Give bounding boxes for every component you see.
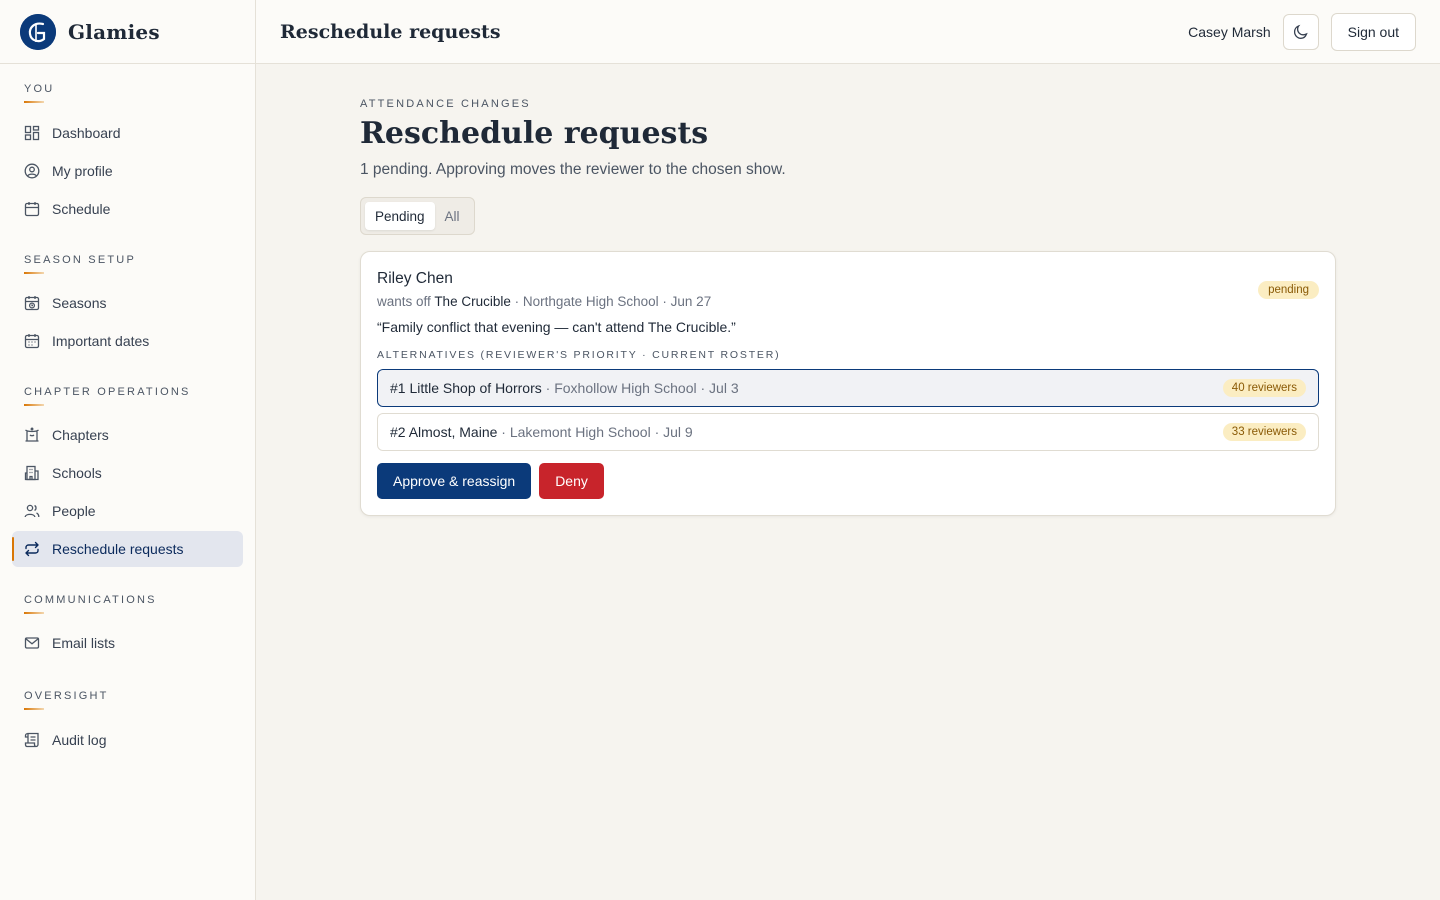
nav-section-chapter-operations: Chapter operations Chapters Schools Peop… [0, 385, 255, 567]
sidebar-item-label: Email lists [52, 635, 116, 651]
sign-out-button[interactable]: Sign out [1330, 12, 1416, 51]
sidebar-item-dashboard[interactable]: Dashboard [12, 115, 243, 151]
sidebar-item-reschedule-requests[interactable]: Reschedule requests [12, 531, 243, 567]
sidebar-item-label: Seasons [52, 295, 107, 311]
theme-toggle-button[interactable] [1282, 13, 1319, 50]
section-label: Oversight [24, 690, 109, 702]
theater-icon [24, 427, 40, 443]
sidebar-item-label: Schools [52, 465, 102, 481]
nav-section-communications: Communications Email lists [0, 593, 255, 661]
reschedule-request-card: Riley Chen wants off The Crucible · Nort… [360, 251, 1336, 516]
approve-reassign-button[interactable]: Approve & reassign [377, 463, 532, 499]
sidebar-item-label: Chapters [52, 427, 109, 443]
sidebar-item-label: People [52, 503, 96, 519]
nav-section-season-setup: Season setup Seasons Important dates [0, 253, 255, 359]
sidebar-item-people[interactable]: People [12, 493, 243, 529]
page-subtitle: 1 pending. Approving moves the reviewer … [360, 161, 786, 178]
section-label: You [24, 83, 55, 95]
page-title: Reschedule requests [360, 116, 709, 151]
request-reason: “Family conflict that evening — can't at… [377, 319, 736, 335]
sidebar-item-important-dates[interactable]: Important dates [12, 323, 243, 359]
nav-section-oversight: Oversight Audit log [0, 689, 255, 758]
header-actions: Casey Marsh Sign out [1188, 12, 1416, 51]
building-icon [24, 465, 40, 481]
alternative-details: · Lakemont High School · Jul 9 [497, 424, 693, 440]
sidebar-item-label: Dashboard [52, 125, 121, 141]
scroll-icon [24, 732, 40, 748]
sidebar: Glamies You Dashboard My profile Schedul… [0, 0, 256, 900]
main-content: Attendance changes Reschedule requests 1… [360, 64, 1336, 516]
sidebar-item-chapters[interactable]: Chapters [12, 417, 243, 453]
request-actions: Approve & reassign Deny [377, 463, 1319, 499]
page-eyebrow: Attendance changes [360, 98, 531, 110]
deny-button[interactable]: Deny [539, 463, 604, 499]
brand[interactable]: Glamies [0, 0, 255, 64]
glamies-logo-icon [20, 13, 56, 50]
moon-icon [1293, 24, 1309, 40]
alternative-show: #2 Almost, Maine [390, 424, 498, 440]
sidebar-item-seasons[interactable]: Seasons [12, 285, 243, 321]
calendar-clock-icon [24, 295, 40, 311]
header-title: Reschedule requests [280, 20, 501, 43]
reviewer-name: Riley Chen [377, 270, 453, 287]
user-circle-icon [24, 163, 40, 179]
roster-count-badge: 33 reviewers [1222, 423, 1306, 441]
sidebar-item-label: Important dates [52, 333, 150, 349]
dashboard-icon [24, 125, 40, 141]
user-name[interactable]: Casey Marsh [1188, 24, 1270, 40]
section-label: Chapter operations [24, 386, 191, 398]
alternative-show: #1 Little Shop of Horrors [390, 380, 542, 396]
section-label: Season setup [24, 254, 136, 266]
filter-pending-tab[interactable]: Pending [365, 202, 435, 230]
section-label: Communications [24, 594, 157, 606]
alternative-option[interactable]: #1 Little Shop of Horrors · Foxhollow Hi… [377, 369, 1319, 407]
status-filter: Pending All [360, 197, 475, 235]
sidebar-item-schedule[interactable]: Schedule [12, 191, 243, 227]
wants-off-label: wants off [377, 294, 431, 309]
alternative-details: · Foxhollow High School · Jul 3 [541, 380, 739, 396]
sidebar-item-label: Schedule [52, 201, 111, 217]
alternative-option[interactable]: #2 Almost, Maine · Lakemont High School … [377, 413, 1319, 451]
request-meta: wants off The Crucible · Northgate High … [377, 294, 1319, 309]
alternatives-label: Alternatives (reviewer's priority · curr… [377, 349, 781, 361]
calendar-grid-icon [24, 333, 40, 349]
top-header: Reschedule requests Casey Marsh Sign out [256, 0, 1440, 64]
sidebar-item-schools[interactable]: Schools [12, 455, 243, 491]
sidebar-item-label: Audit log [52, 732, 107, 748]
roster-count-badge: 40 reviewers [1222, 379, 1306, 397]
mail-icon [24, 635, 40, 651]
sidebar-item-label: My profile [52, 163, 113, 179]
nav-section-you: You Dashboard My profile Schedule [0, 82, 255, 227]
sidebar-item-email-lists[interactable]: Email lists [12, 625, 243, 661]
brand-name: Glamies [68, 19, 160, 44]
status-badge: pending [1258, 281, 1319, 299]
sidebar-item-audit-log[interactable]: Audit log [12, 722, 243, 758]
filter-all-tab[interactable]: All [435, 202, 470, 230]
current-show-details: · Northgate High School · Jun 27 [510, 294, 712, 309]
sidebar-item-my-profile[interactable]: My profile [12, 153, 243, 189]
calendar-icon [24, 201, 40, 217]
users-icon [24, 503, 40, 519]
sidebar-item-label: Reschedule requests [52, 541, 184, 557]
current-show: The Crucible [434, 294, 511, 309]
repeat-icon [24, 541, 40, 557]
